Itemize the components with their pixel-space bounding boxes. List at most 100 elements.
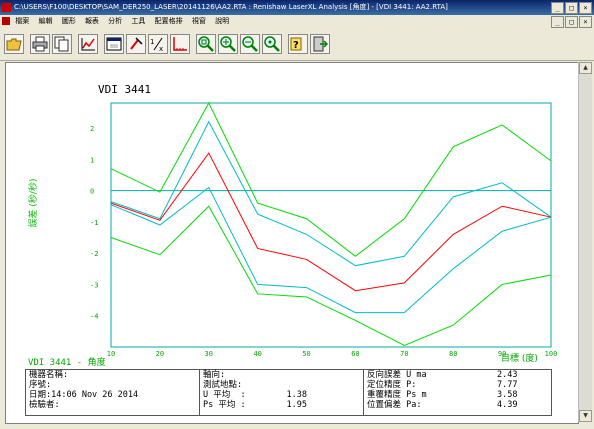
- y-tick-label: 1: [90, 156, 94, 164]
- inspector-label: 檢驗者:: [29, 400, 60, 410]
- zoom-fit-button[interactable]: [196, 34, 216, 54]
- doc-restore-button[interactable]: □: [565, 16, 578, 28]
- menu-window[interactable]: 視窗: [192, 17, 206, 25]
- menu-graph[interactable]: 圖形: [62, 17, 76, 25]
- maximize-button[interactable]: □: [565, 2, 578, 14]
- vertical-scrollbar[interactable]: ▲ ▼: [578, 62, 592, 422]
- y-axis-label: 誤差 (秒/秒): [27, 179, 39, 228]
- fraction-icon: 1x: [150, 37, 163, 52]
- axis-icon: [173, 37, 187, 51]
- machine-name-label: 機器名稱:: [29, 370, 69, 380]
- info-table: 機器名稱: 序號: 日期:14:06 Nov 26 2014 檢驗者: 軸向: …: [25, 369, 552, 416]
- chart-title: VDI 3441: [98, 83, 151, 96]
- chart-caption: VDI 3441 - 角度: [28, 356, 106, 368]
- x-tick-label: 30: [205, 350, 213, 358]
- series-lines: [110, 101, 552, 346]
- scroll-up-icon[interactable]: ▲: [579, 62, 592, 74]
- test-location-label: 測試地點:: [203, 380, 243, 390]
- reversal-error-label: 反向誤差 U ma: [367, 370, 427, 380]
- open-button[interactable]: [4, 34, 24, 54]
- y-tick-label: 2: [90, 125, 94, 133]
- zoom-fit-icon: [198, 36, 214, 52]
- window-controls: _ □ ×: [551, 2, 592, 14]
- marker-icon: [130, 37, 143, 50]
- print-button[interactable]: [30, 34, 50, 54]
- title-bar: C:\USERS\F100\DESKTOP\SAM_DER250_LASER\2…: [0, 0, 594, 15]
- series-line-0: [110, 101, 552, 257]
- x-tick-label: 50: [302, 350, 310, 358]
- svg-text:1: 1: [150, 38, 154, 46]
- graph-icon: [81, 38, 95, 51]
- menu-config[interactable]: 配置格排: [155, 17, 183, 25]
- positioning-accuracy-label: 定位精度 P:: [367, 380, 417, 390]
- x-tick-label: 20: [156, 350, 164, 358]
- minimize-button[interactable]: _: [551, 2, 564, 14]
- ps-average: Ps 平均 : 1.95: [203, 400, 307, 410]
- copy-button[interactable]: [52, 34, 72, 54]
- exit-icon: [313, 36, 328, 52]
- series-line-2: [110, 152, 552, 292]
- help-icon: ?: [290, 37, 302, 51]
- y-tick-label: -4: [90, 313, 98, 321]
- x-tick-labels: 10 20 30 40 50 60 70 80 90 100: [107, 350, 558, 358]
- x-tick-label: 100: [545, 350, 558, 358]
- menu-file[interactable]: 檔案: [15, 17, 29, 25]
- serial-number-label: 序號:: [29, 380, 52, 390]
- zoom-reset-icon: [264, 36, 280, 52]
- menu-tools[interactable]: 工具: [131, 17, 145, 25]
- x-axis-label: 目標 (度): [501, 352, 538, 364]
- positioning-accuracy-value: 7.77: [497, 380, 518, 390]
- open-icon: [6, 38, 22, 51]
- exit-button[interactable]: [310, 34, 330, 54]
- series-line-4: [110, 205, 552, 346]
- menu-edit[interactable]: 編輯: [38, 17, 52, 25]
- y-tick-labels: 2 1 0 -1 -2 -3 -4: [90, 125, 98, 321]
- toolbar: 1x ?: [0, 30, 594, 61]
- date-label: 日期:14:06 Nov 26 2014: [29, 390, 139, 400]
- u-average: U 平均 : 1.38: [203, 390, 307, 400]
- help-button[interactable]: ?: [288, 34, 308, 54]
- zoom-reset-button[interactable]: [262, 34, 282, 54]
- x-tick-label: 70: [400, 350, 408, 358]
- axis-label: 軸向:: [203, 370, 226, 380]
- svg-text:x: x: [159, 45, 163, 52]
- zoom-in-icon: [220, 36, 236, 52]
- window-button[interactable]: [104, 34, 124, 54]
- menu-report[interactable]: 報表: [85, 17, 99, 25]
- close-button[interactable]: ×: [579, 2, 592, 14]
- axis-button[interactable]: [170, 34, 190, 54]
- graph-button[interactable]: [78, 34, 98, 54]
- info-left-column: 機器名稱: 序號: 日期:14:06 Nov 26 2014 檢驗者:: [26, 370, 200, 415]
- window-title: C:\USERS\F100\DESKTOP\SAM_DER250_LASER\2…: [14, 3, 448, 11]
- app-icon: [2, 3, 11, 12]
- svg-text:?: ?: [293, 40, 299, 51]
- info-right-column: 反向誤差 U ma 2.43 定位精度 P: 7.77 重覆精度 Ps m 3.58 …: [364, 370, 552, 415]
- menu-bar: 檔案 編輯 圖形 報表 分析 工具 配置格排 視窗 說明 _ □ ×: [0, 15, 594, 28]
- doc-minimize-button[interactable]: _: [551, 16, 564, 28]
- repeatability-value: 3.58: [497, 390, 518, 400]
- window-icon: [106, 37, 122, 51]
- y-tick-label: 0: [90, 188, 94, 196]
- position-deviation-value: 4.39: [497, 400, 518, 410]
- zoom-out-button[interactable]: [240, 34, 260, 54]
- menu-help[interactable]: 說明: [215, 17, 229, 25]
- y-tick-label: -2: [90, 250, 98, 258]
- plot-frame: [110, 102, 552, 348]
- y-tick-label: -1: [90, 219, 98, 227]
- zoom-out-icon: [242, 36, 258, 52]
- scroll-down-icon[interactable]: ▼: [579, 410, 592, 422]
- position-deviation-label: 位置偏差 Pa:: [367, 400, 422, 410]
- y-tick-label: -3: [90, 281, 98, 289]
- menu-analysis[interactable]: 分析: [108, 17, 122, 25]
- copy-icon: [54, 36, 69, 52]
- fraction-button[interactable]: 1x: [148, 34, 168, 54]
- document-icon: [2, 17, 10, 25]
- info-middle-column: 軸向: 測試地點: U 平均 : 1.38 Ps 平均 : 1.95: [200, 370, 364, 415]
- doc-close-button[interactable]: ×: [579, 16, 592, 28]
- x-tick-label: 60: [351, 350, 359, 358]
- marker-button[interactable]: [126, 34, 146, 54]
- repeatability-label: 重覆精度 Ps m: [367, 390, 427, 400]
- zoom-in-button[interactable]: [218, 34, 238, 54]
- print-icon: [32, 36, 48, 52]
- document-controls: _ □ ×: [551, 16, 592, 28]
